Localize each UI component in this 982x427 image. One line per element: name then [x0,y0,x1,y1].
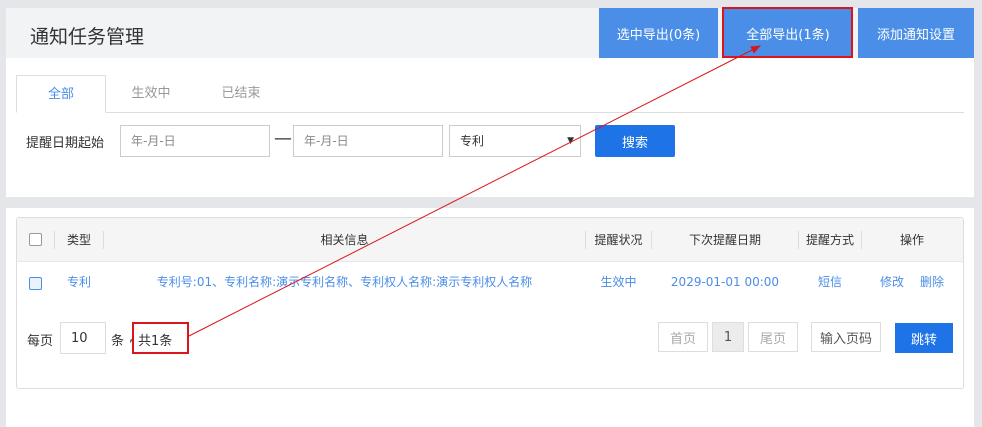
tab-ended[interactable]: 已结束 [196,75,286,113]
last-page-button[interactable]: 尾页 [748,322,798,352]
per-page-input[interactable]: 10 [60,322,106,354]
filter-panel: 全部 生效中 已结束 提醒日期起始 年-月-日 — 年-月-日 专利 ▼ 搜索 [6,58,974,197]
export-selected-button[interactable]: 选中导出(0条) [599,8,718,58]
annotation-box-export-all [722,7,853,58]
column-header-type: 类型 [66,233,91,247]
add-notification-setting-button[interactable]: 添加通知设置 [858,8,974,58]
column-header-info: 相关信息 [320,233,369,247]
end-date-input[interactable]: 年-月-日 [293,125,443,157]
delete-link[interactable]: 删除 [912,262,952,302]
row-type: 专利 [66,275,91,289]
per-page-label: 每页 [27,334,54,349]
edit-link[interactable]: 修改 [872,262,912,302]
column-header-next-date: 下次提醒日期 [688,233,761,247]
start-date-input[interactable]: 年-月-日 [120,125,270,157]
list-panel: 类型 相关信息 提醒状况 下次提醒日期 提醒方式 操作 专利 专利号:01、专利… [6,208,974,427]
first-page-button[interactable]: 首页 [658,322,708,352]
jump-button[interactable]: 跳转 [895,323,953,353]
column-header-actions: 操作 [899,233,924,247]
current-page-button[interactable]: 1 [712,322,744,352]
caret-down-icon: ▼ [567,136,574,146]
reminder-date-label: 提醒日期起始 [26,136,105,151]
type-select-value: 专利 [460,134,485,148]
row-method: 短信 [817,275,842,289]
table-header: 类型 相关信息 提醒状况 下次提醒日期 提醒方式 操作 [17,218,963,262]
row-checkbox[interactable] [29,277,42,290]
type-select[interactable]: 专利 ▼ [449,125,581,157]
table-card: 类型 相关信息 提醒状况 下次提醒日期 提醒方式 操作 专利 专利号:01、专利… [16,217,964,389]
status-tabs: 全部 生效中 已结束 [16,75,964,113]
tab-all[interactable]: 全部 [16,75,106,113]
search-button[interactable]: 搜索 [595,125,675,157]
column-header-status: 提醒状况 [594,233,643,247]
date-range-separator: — [274,128,292,149]
annotation-box-total [132,322,189,354]
column-header-method: 提醒方式 [805,233,854,247]
row-info-link[interactable]: 专利号:01、专利名称:演示专利名称、专利权人名称:演示专利权人名称 [104,262,585,302]
select-all-checkbox[interactable] [29,233,42,246]
per-page-unit: 条 [111,334,125,349]
page-title: 通知任务管理 [30,26,145,48]
row-next-date: 2029-01-01 00:00 [670,275,780,289]
row-status: 生效中 [600,275,637,289]
tab-active[interactable]: 生效中 [106,75,196,113]
page-number-input[interactable]: 输入页码 [811,322,881,352]
